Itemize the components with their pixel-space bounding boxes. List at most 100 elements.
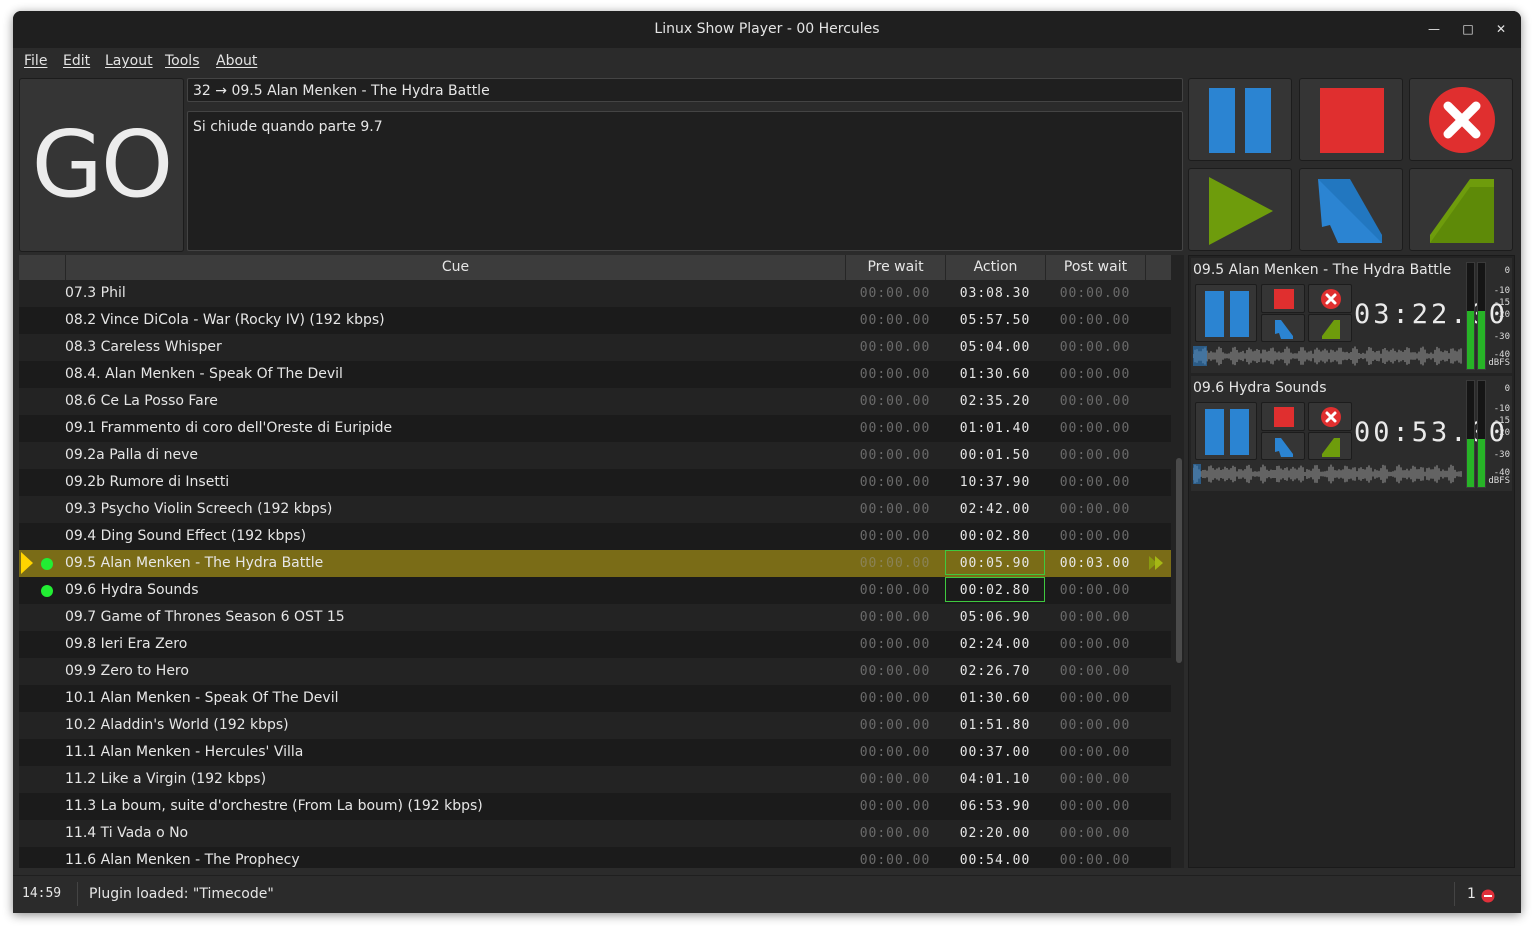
menu-about[interactable]: About — [216, 53, 257, 69]
cue-row[interactable]: 11.1 Alan Menken - Hercules' Villa 00:00.… — [19, 739, 1171, 766]
cue-row[interactable]: 09.2a Palla di neve 00:00.00 00:01.50 00:00… — [19, 442, 1171, 469]
maximize-icon[interactable]: □ — [1459, 20, 1477, 38]
cue-row[interactable]: 09.3 Psycho Violin Screech (192 kbps) 00:… — [19, 496, 1171, 523]
cue-row[interactable]: 09.5 Alan Menken - The Hydra Battle 00:00… — [19, 550, 1171, 577]
running-pause-button[interactable] — [1195, 284, 1257, 342]
db-scale-label: -10 — [1493, 286, 1510, 296]
cue-action: 01:30.60 — [959, 367, 1031, 382]
running-fade-in-button[interactable] — [1308, 432, 1352, 460]
cue-post-wait: 00:00.00 — [1059, 691, 1131, 706]
cue-row[interactable]: 09.9 Zero to Hero 00:00.00 02:26.70 00:00.0… — [19, 658, 1171, 685]
menu-file[interactable]: File — [24, 53, 47, 69]
cue-row[interactable]: 09.6 Hydra Sounds 00:00.00 00:02.80 00:00.0… — [19, 577, 1171, 604]
error-icon[interactable] — [1481, 889, 1495, 903]
cue-row[interactable]: 07.3 Phil 00:00.00 03:08.30 00:00.00 — [19, 280, 1171, 307]
cue-action: 00:02.80 — [959, 529, 1031, 544]
cue-row[interactable]: 09.7 Game of Thrones Season 6 OST 15 00:0… — [19, 604, 1171, 631]
db-scale-label: dBFS — [1488, 476, 1510, 486]
cue-name: 10.1 Alan Menken - Speak Of The Devil — [65, 690, 339, 706]
cue-row[interactable]: 11.4 Ti Vada o No 00:00.00 02:20.00 00:00.0… — [19, 820, 1171, 847]
header-pre-wait[interactable]: Pre wait — [845, 255, 945, 280]
pause-all-button[interactable] — [1188, 78, 1292, 161]
cue-pre-wait: 00:00.00 — [859, 421, 931, 436]
running-pause-button[interactable] — [1195, 402, 1257, 460]
window-title: Linux Show Player - 00 Hercules — [654, 21, 880, 37]
level-meter-left — [1466, 380, 1475, 488]
cue-row[interactable]: 10.1 Alan Menken - Speak Of The Devil 00:… — [19, 685, 1171, 712]
fade-in-all-button[interactable] — [1409, 168, 1513, 251]
db-scale-label: 0 — [1504, 266, 1510, 276]
cue-pre-wait: 00:00.00 — [859, 340, 931, 355]
running-cue-widget: 09.5 Alan Menken - The Hydra Battle 03:22… — [1191, 258, 1512, 373]
running-fade-in-button[interactable] — [1308, 314, 1352, 342]
cue-pre-wait: 00:00.00 — [859, 502, 931, 517]
waveform-seek-slider[interactable] — [1193, 346, 1463, 366]
db-scale-label: -30 — [1493, 332, 1510, 342]
interrupt-all-button[interactable] — [1409, 78, 1513, 161]
minimize-icon[interactable]: — — [1425, 20, 1443, 38]
level-meter-right — [1477, 380, 1486, 488]
cue-name: 09.5 Alan Menken - The Hydra Battle — [65, 555, 324, 571]
interrupt-icon — [1321, 407, 1341, 427]
status-divider-right — [1454, 882, 1455, 906]
fade-in-icon — [1322, 438, 1340, 457]
header-post-wait[interactable]: Post wait — [1045, 255, 1145, 280]
cue-post-wait: 00:00.00 — [1059, 367, 1131, 382]
header-cue[interactable]: Cue — [65, 255, 845, 280]
cue-pre-wait: 00:00.00 — [859, 691, 931, 706]
cue-row[interactable]: 08.6 Ce La Posso Fare 00:00.00 02:35.20 00:… — [19, 388, 1171, 415]
fade-in-icon — [1322, 320, 1340, 339]
cue-action: 02:35.20 — [959, 394, 1031, 409]
menu-tools[interactable]: Tools — [165, 53, 200, 69]
cue-post-wait: 00:00.00 — [1059, 772, 1131, 787]
cue-action: 01:51.80 — [959, 718, 1031, 733]
db-scale-label: 0 — [1504, 384, 1510, 394]
running-fade-out-button[interactable] — [1261, 432, 1305, 460]
cue-pre-wait: 00:00.00 — [859, 718, 931, 733]
fade-out-icon — [1275, 320, 1293, 339]
cue-row[interactable]: 08.4. Alan Menken - Speak Of The Devil 00… — [19, 361, 1171, 388]
cue-row[interactable]: 11.2 Like a Virgin (192 kbps) 00:00.00 04:… — [19, 766, 1171, 793]
cue-row[interactable]: 09.8 Ieri Era Zero 00:00.00 02:24.00 00:00.… — [19, 631, 1171, 658]
db-scale-label: -15 — [1493, 298, 1510, 308]
pause-icon — [1209, 88, 1271, 153]
cue-action: 00:37.00 — [959, 745, 1031, 760]
cue-row[interactable]: 09.1 Frammento di coro dell'Oreste di Eu… — [19, 415, 1171, 442]
error-count[interactable]: 1 — [1467, 886, 1476, 902]
header-status — [19, 255, 65, 280]
cue-name: 11.3 La boum, suite d'orchestre (From La… — [65, 798, 483, 814]
fade-out-all-button[interactable] — [1299, 168, 1403, 251]
go-button[interactable]: GO — [19, 78, 184, 252]
cue-row[interactable]: 11.3 La boum, suite d'orchestre (From La… — [19, 793, 1171, 820]
cue-row[interactable]: 08.2 Vince DiCola - War (Rocky IV) (192 … — [19, 307, 1171, 334]
cue-row[interactable]: 11.6 Alan Menken - The Prophecy 00:00.00 0… — [19, 847, 1171, 868]
cue-action: 03:08.30 — [959, 286, 1031, 301]
running-stop-button[interactable] — [1261, 284, 1305, 313]
cue-row[interactable]: 09.2b Rumore di Insetti 00:00.00 10:37.90 0… — [19, 469, 1171, 496]
running-stop-button[interactable] — [1261, 402, 1305, 431]
cue-row[interactable]: 08.3 Careless Whisper 00:00.00 05:04.00 00:… — [19, 334, 1171, 361]
header-action[interactable]: Action — [945, 255, 1045, 280]
stop-all-button[interactable] — [1299, 78, 1403, 161]
cue-name: 09.3 Psycho Violin Screech (192 kbps) — [65, 501, 333, 517]
db-scale-label: -20 — [1493, 428, 1510, 438]
cue-pre-wait: 00:00.00 — [859, 664, 931, 679]
pause-icon — [1205, 291, 1249, 337]
close-icon[interactable]: ✕ — [1492, 20, 1510, 38]
current-cue-indicator-icon — [21, 552, 33, 574]
running-interrupt-button[interactable] — [1308, 402, 1352, 431]
waveform-seek-slider[interactable] — [1193, 464, 1463, 484]
cue-list-scrollbar[interactable] — [1174, 280, 1184, 868]
status-bar: 14:59 Plugin loaded: "Timecode" 1 — [13, 875, 1521, 913]
cue-row[interactable]: 09.4 Ding Sound Effect (192 kbps) 00:00.0… — [19, 523, 1171, 550]
running-fade-out-button[interactable] — [1261, 314, 1305, 342]
menu-layout[interactable]: Layout — [105, 53, 153, 69]
fade-out-icon — [1318, 179, 1382, 243]
cue-name: 09.4 Ding Sound Effect (192 kbps) — [65, 528, 307, 544]
running-interrupt-button[interactable] — [1308, 284, 1352, 313]
menu-edit[interactable]: Edit — [63, 53, 90, 69]
current-cue-description: Si chiude quando parte 9.7 — [187, 111, 1183, 251]
cue-row[interactable]: 10.2 Aladdin's World (192 kbps) 00:00.00 0… — [19, 712, 1171, 739]
resume-all-button[interactable] — [1188, 168, 1292, 251]
scroll-thumb[interactable] — [1176, 458, 1182, 663]
